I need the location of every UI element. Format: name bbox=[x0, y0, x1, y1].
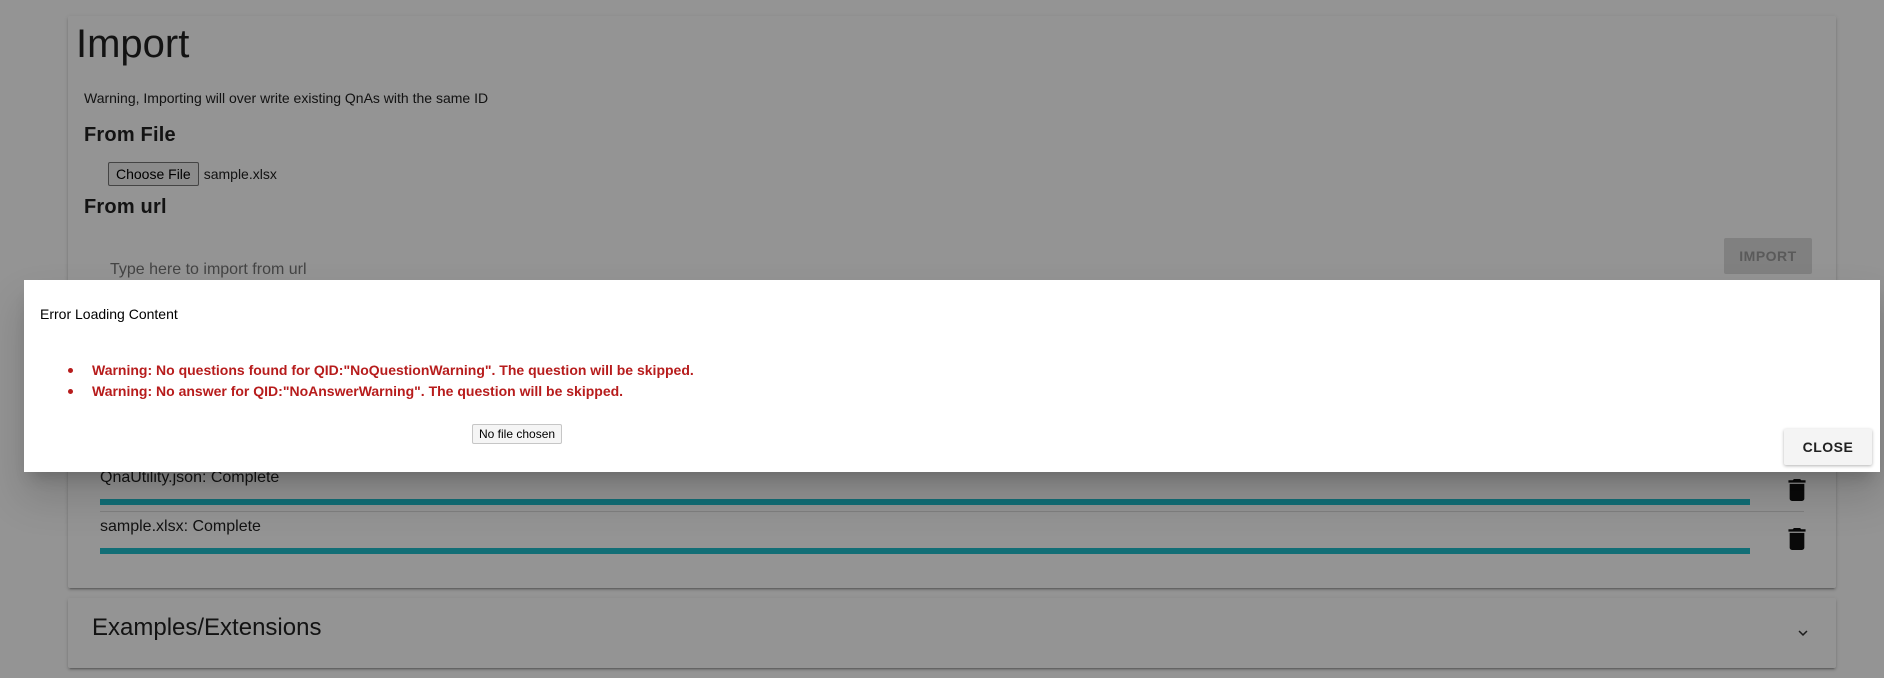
error-list: Warning: No questions found for QID:"NoQ… bbox=[40, 360, 694, 402]
error-item: Warning: No answer for QID:"NoAnswerWarn… bbox=[40, 381, 694, 402]
error-item: Warning: No questions found for QID:"NoQ… bbox=[40, 360, 694, 381]
close-button[interactable]: CLOSE bbox=[1784, 429, 1872, 465]
file-status-tooltip: No file chosen bbox=[472, 424, 563, 444]
dialog-title: Error Loading Content bbox=[40, 306, 178, 322]
error-dialog: Error Loading Content Warning: No questi… bbox=[24, 280, 1880, 472]
